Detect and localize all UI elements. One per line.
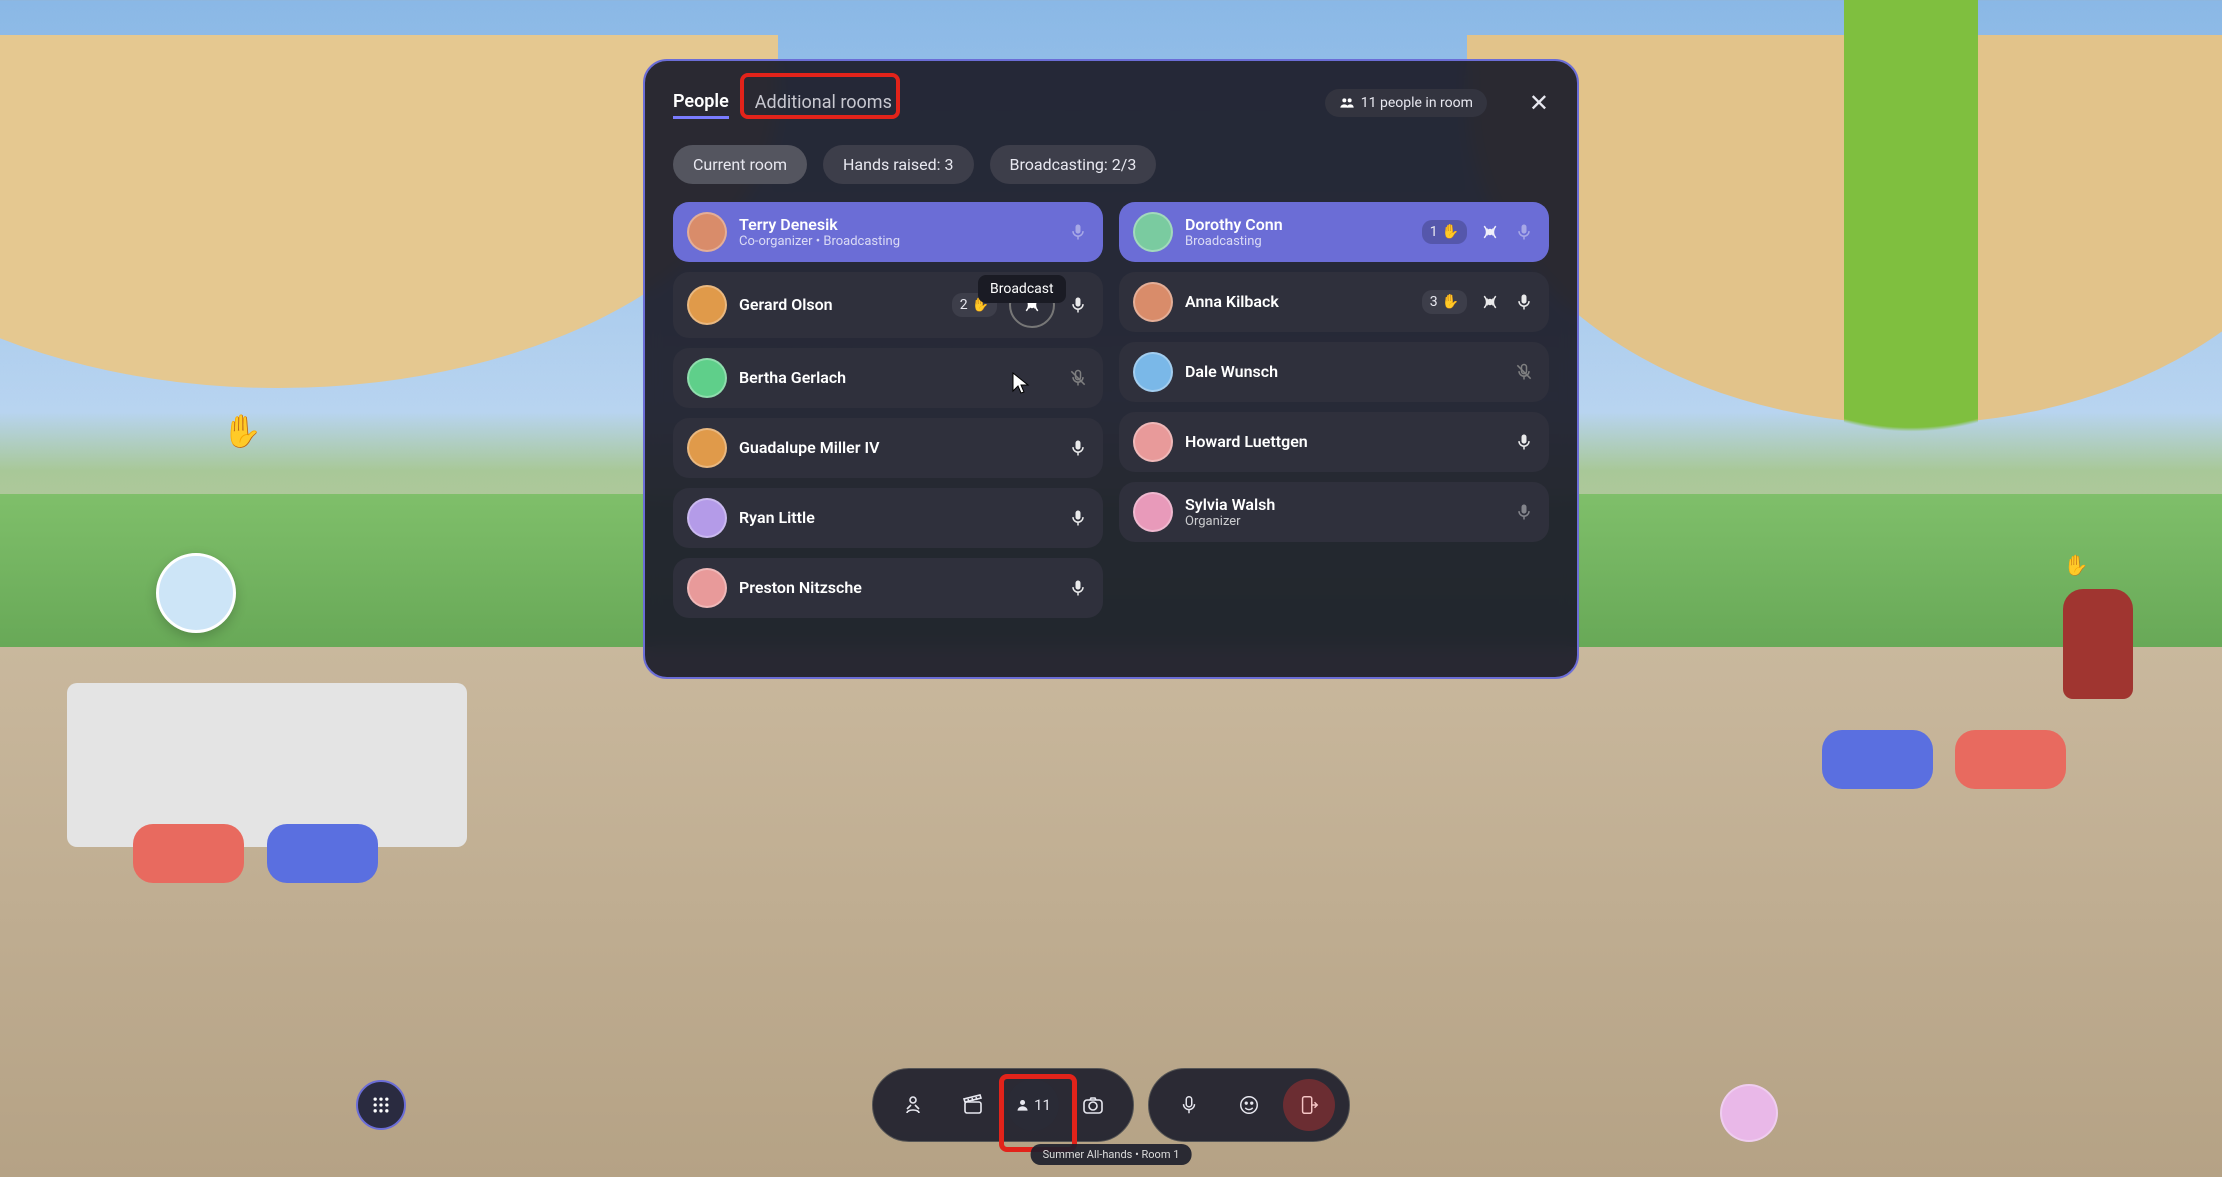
dock-host-tools-button[interactable] bbox=[887, 1079, 939, 1131]
participant-row[interactable]: Sylvia WalshOrganizer bbox=[1119, 482, 1549, 542]
dock-leave-button[interactable] bbox=[1283, 1079, 1335, 1131]
participant-row[interactable]: Preston Nitzsche bbox=[673, 558, 1103, 618]
mic-icon bbox=[1513, 501, 1535, 523]
avatar bbox=[687, 428, 727, 468]
participant-name: Guadalupe Miller IV bbox=[739, 438, 1055, 457]
chip-hands-raised[interactable]: Hands raised: 3 bbox=[823, 145, 974, 184]
dock-clapper-button[interactable] bbox=[947, 1079, 999, 1131]
broadcast-icon bbox=[1479, 221, 1501, 243]
mic-icon bbox=[1513, 361, 1535, 383]
people-icon bbox=[1339, 95, 1355, 111]
mic-icon bbox=[1513, 431, 1535, 453]
participant-name: Dale Wunsch bbox=[1185, 362, 1501, 381]
room-name-label: Summer All-hands • Room 1 bbox=[1031, 1144, 1192, 1165]
participant-row[interactable]: Bertha Gerlach bbox=[673, 348, 1103, 408]
hand-raised-badge: 1✋ bbox=[1422, 220, 1467, 244]
avatar bbox=[687, 498, 727, 538]
avatar bbox=[1133, 492, 1173, 532]
participant-subtitle: Co-organizer • Broadcasting bbox=[739, 234, 1055, 249]
participant-name: Bertha Gerlach bbox=[739, 368, 1055, 387]
broadcast-tooltip: Broadcast bbox=[978, 275, 1066, 303]
tab-additional-rooms[interactable]: Additional rooms bbox=[755, 88, 892, 117]
room-count-badge: 11 people in room bbox=[1325, 89, 1487, 117]
avatar bbox=[1133, 422, 1173, 462]
tab-people[interactable]: People bbox=[673, 87, 729, 119]
dock-people-count: 11 bbox=[1034, 1096, 1051, 1114]
bottom-dock: 11 bbox=[872, 1068, 1350, 1142]
participant-row[interactable]: Howard Luettgen bbox=[1119, 412, 1549, 472]
avatar bbox=[687, 358, 727, 398]
participant-row[interactable]: Anna Kilback 3✋ bbox=[1119, 272, 1549, 332]
mic-icon bbox=[1513, 221, 1535, 243]
participant-row[interactable]: Guadalupe Miller IV bbox=[673, 418, 1103, 478]
broadcast-icon bbox=[1479, 291, 1501, 313]
people-panel: People Additional rooms 11 people in roo… bbox=[643, 59, 1579, 679]
dock-camera-button[interactable] bbox=[1067, 1079, 1119, 1131]
avatar bbox=[1133, 212, 1173, 252]
world-remote-avatar bbox=[2063, 589, 2133, 699]
participant-name: Ryan Little bbox=[739, 508, 1055, 527]
participant-name: Anna Kilback bbox=[1185, 292, 1410, 311]
participant-name: Terry Denesik bbox=[739, 215, 1055, 234]
avatar bbox=[1133, 282, 1173, 322]
mic-icon bbox=[1067, 437, 1089, 459]
dock-mic-button[interactable] bbox=[1163, 1079, 1215, 1131]
participant-row[interactable]: Terry DenesikCo-organizer • Broadcasting bbox=[673, 202, 1103, 262]
dock-people-button[interactable]: 11 bbox=[1007, 1079, 1059, 1131]
participant-name: Sylvia Walsh bbox=[1185, 495, 1501, 514]
participant-name: Preston Nitzsche bbox=[739, 578, 1055, 597]
participant-name: Gerard Olson bbox=[739, 295, 940, 314]
participant-name: Dorothy Conn bbox=[1185, 215, 1410, 234]
participant-row[interactable]: Dorothy ConnBroadcasting 1✋ bbox=[1119, 202, 1549, 262]
room-count-text: 11 people in room bbox=[1361, 95, 1473, 111]
main-menu-button[interactable] bbox=[356, 1080, 406, 1130]
close-button[interactable]: ✕ bbox=[1529, 89, 1549, 117]
participant-name: Howard Luettgen bbox=[1185, 432, 1501, 451]
world-hand-emoji: ✋ bbox=[222, 412, 262, 450]
avatar bbox=[687, 568, 727, 608]
participant-subtitle: Organizer bbox=[1185, 514, 1501, 529]
mic-icon bbox=[1513, 291, 1535, 313]
self-avatar[interactable] bbox=[1720, 1084, 1778, 1142]
world-avatar-bubble bbox=[156, 553, 236, 633]
avatar bbox=[687, 212, 727, 252]
hand-raised-badge: 3✋ bbox=[1422, 290, 1467, 314]
avatar bbox=[687, 285, 727, 325]
mic-icon bbox=[1067, 577, 1089, 599]
chip-broadcasting[interactable]: Broadcasting: 2/3 bbox=[990, 145, 1157, 184]
avatar bbox=[1133, 352, 1173, 392]
mic-icon bbox=[1067, 221, 1089, 243]
mic-icon bbox=[1067, 507, 1089, 529]
participant-row[interactable]: Ryan Little bbox=[673, 488, 1103, 548]
dock-emoji-button[interactable] bbox=[1223, 1079, 1275, 1131]
world-hand-emoji-2: ✋ bbox=[2064, 553, 2089, 577]
chip-current-room[interactable]: Current room bbox=[673, 145, 807, 184]
mic-icon bbox=[1067, 294, 1089, 316]
mic-icon bbox=[1067, 367, 1089, 389]
participant-row[interactable]: Dale Wunsch bbox=[1119, 342, 1549, 402]
participant-subtitle: Broadcasting bbox=[1185, 234, 1410, 249]
